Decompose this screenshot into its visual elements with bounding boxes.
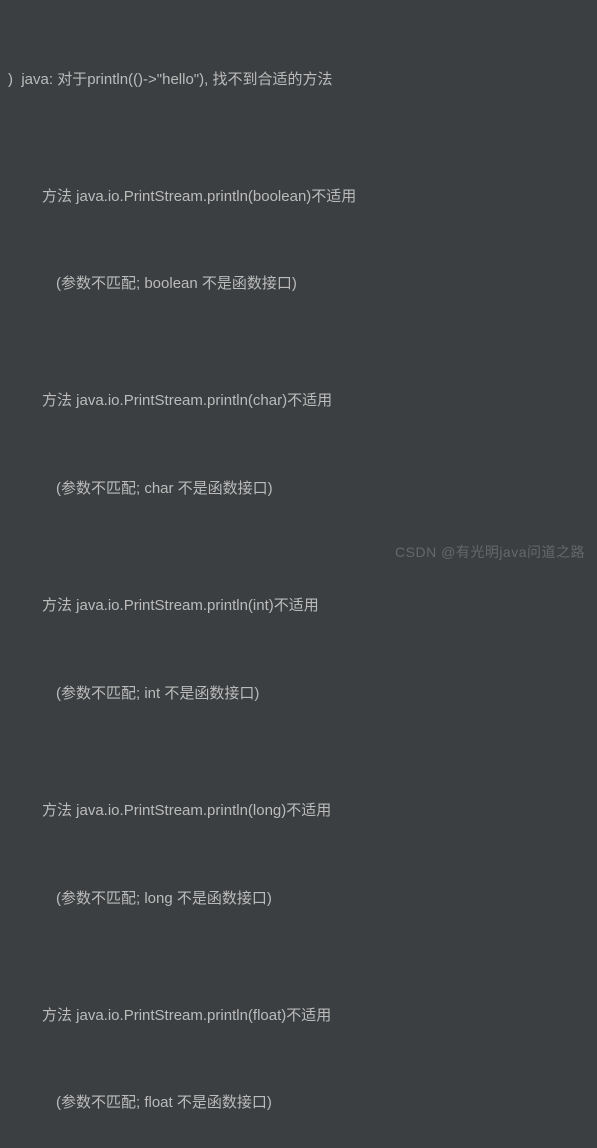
watermark-text: CSDN @有光明java问道之路 — [395, 539, 585, 566]
error-method-line: 方法 java.io.PrintStream.println(char)不适用 — [0, 386, 597, 415]
error-reason-line: (参数不匹配; float 不是函数接口) — [0, 1088, 597, 1117]
error-header-prefix: ) java: — [8, 71, 57, 88]
error-reason-line: (参数不匹配; long 不是函数接口) — [0, 884, 597, 913]
error-method-line: 方法 java.io.PrintStream.println(float)不适用 — [0, 1001, 597, 1030]
error-reason-line: (参数不匹配; boolean 不是函数接口) — [0, 269, 597, 298]
error-method-line: 方法 java.io.PrintStream.println(boolean)不… — [0, 182, 597, 211]
error-header-text: 对于println(()->"hello"), 找不到合适的方法 — [57, 71, 332, 88]
error-reason-line: (参数不匹配; char 不是函数接口) — [0, 474, 597, 503]
error-reason-line: (参数不匹配; int 不是函数接口) — [0, 679, 597, 708]
error-method-line: 方法 java.io.PrintStream.println(long)不适用 — [0, 796, 597, 825]
error-method-line: 方法 java.io.PrintStream.println(int)不适用 — [0, 591, 597, 620]
error-header: ) java: 对于println(()->"hello"), 找不到合适的方法 — [0, 65, 597, 94]
compiler-error-block: ) java: 对于println(()->"hello"), 找不到合适的方法… — [0, 6, 597, 1148]
